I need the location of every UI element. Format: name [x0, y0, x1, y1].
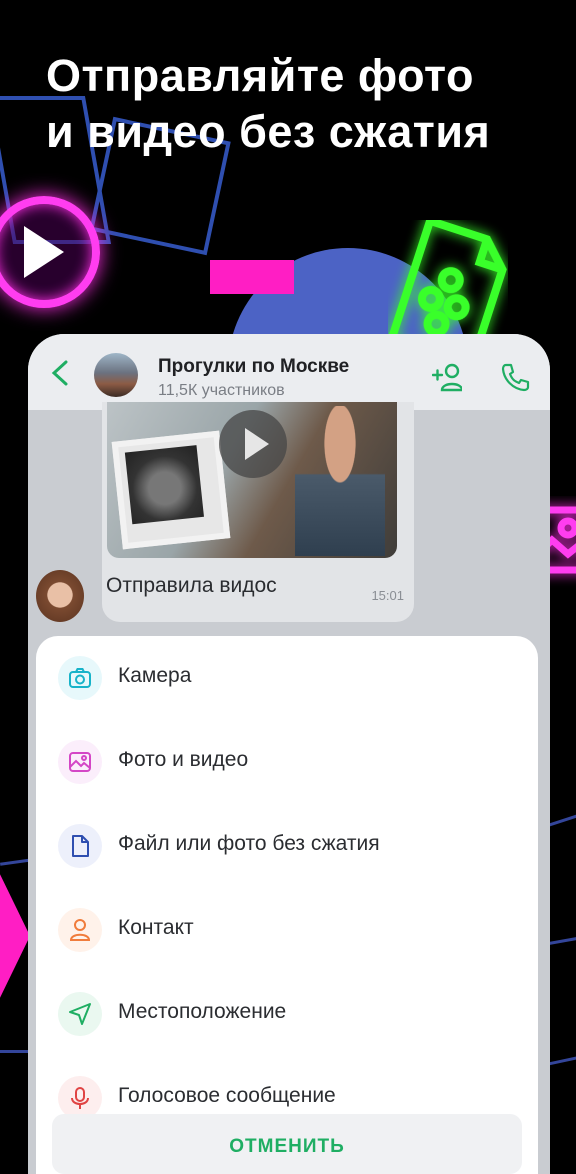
phone-frame: Прогулки по Москве 11,5К участников Отпр…	[28, 334, 550, 1174]
menu-item-label: Голосовое сообщение	[118, 1084, 336, 1107]
menu-item-label: Файл или фото без сжатия	[118, 832, 380, 855]
cancel-button[interactable]: ОТМЕНИТЬ	[52, 1114, 522, 1174]
message-text: Отправила видос	[106, 574, 277, 597]
promo-headline-line2: и видео без сжатия	[46, 106, 491, 157]
attach-menu-sheet: Камера Фото и видео Файл или фото без сж…	[36, 636, 538, 1174]
menu-item-label: Контакт	[118, 916, 194, 939]
menu-item-camera[interactable]: Камера	[36, 636, 538, 720]
menu-item-file[interactable]: Файл или фото без сжатия	[36, 804, 538, 888]
promo-headline: Отправляйте фото и видео без сжатия	[46, 48, 576, 160]
cat-photo	[111, 430, 231, 550]
location-icon	[58, 992, 102, 1036]
contact-icon	[58, 908, 102, 952]
phone-call-icon[interactable]	[500, 362, 530, 392]
cancel-button-label: ОТМЕНИТЬ	[229, 1136, 345, 1157]
play-button[interactable]	[219, 410, 287, 478]
chat-header: Прогулки по Москве 11,5К участников	[28, 334, 550, 410]
play-icon	[245, 428, 269, 460]
menu-item-photo-video[interactable]: Фото и видео	[36, 720, 538, 804]
group-avatar[interactable]	[94, 353, 138, 397]
microphone-icon	[58, 1076, 102, 1114]
pink-bar-decoration	[210, 260, 294, 294]
chat-title[interactable]: Прогулки по Москве	[158, 356, 349, 378]
add-member-icon[interactable]	[432, 362, 462, 392]
camera-icon	[58, 656, 102, 700]
menu-item-label: Камера	[118, 664, 192, 687]
file-icon	[58, 824, 102, 868]
sender-avatar[interactable]	[36, 570, 84, 622]
image-icon	[58, 740, 102, 784]
menu-item-label: Фото и видео	[118, 748, 249, 771]
menu-item-location[interactable]: Местоположение	[36, 972, 538, 1056]
video-thumbnail[interactable]	[107, 402, 397, 558]
back-button[interactable]	[48, 358, 76, 388]
person-image	[295, 406, 385, 556]
menu-item-label: Местоположение	[118, 1000, 287, 1023]
menu-item-contact[interactable]: Контакт	[36, 888, 538, 972]
message-bubble[interactable]: Отправила видос 15:01	[102, 402, 414, 622]
chat-area: Отправила видос 15:01	[28, 402, 550, 640]
promo-headline-line1: Отправляйте фото	[46, 50, 474, 101]
chat-member-count: 11,5К участников	[158, 382, 285, 399]
message-time: 15:01	[371, 588, 404, 603]
menu-item-voice[interactable]: Голосовое сообщение	[36, 1056, 538, 1114]
chevron-left-icon	[51, 360, 68, 386]
